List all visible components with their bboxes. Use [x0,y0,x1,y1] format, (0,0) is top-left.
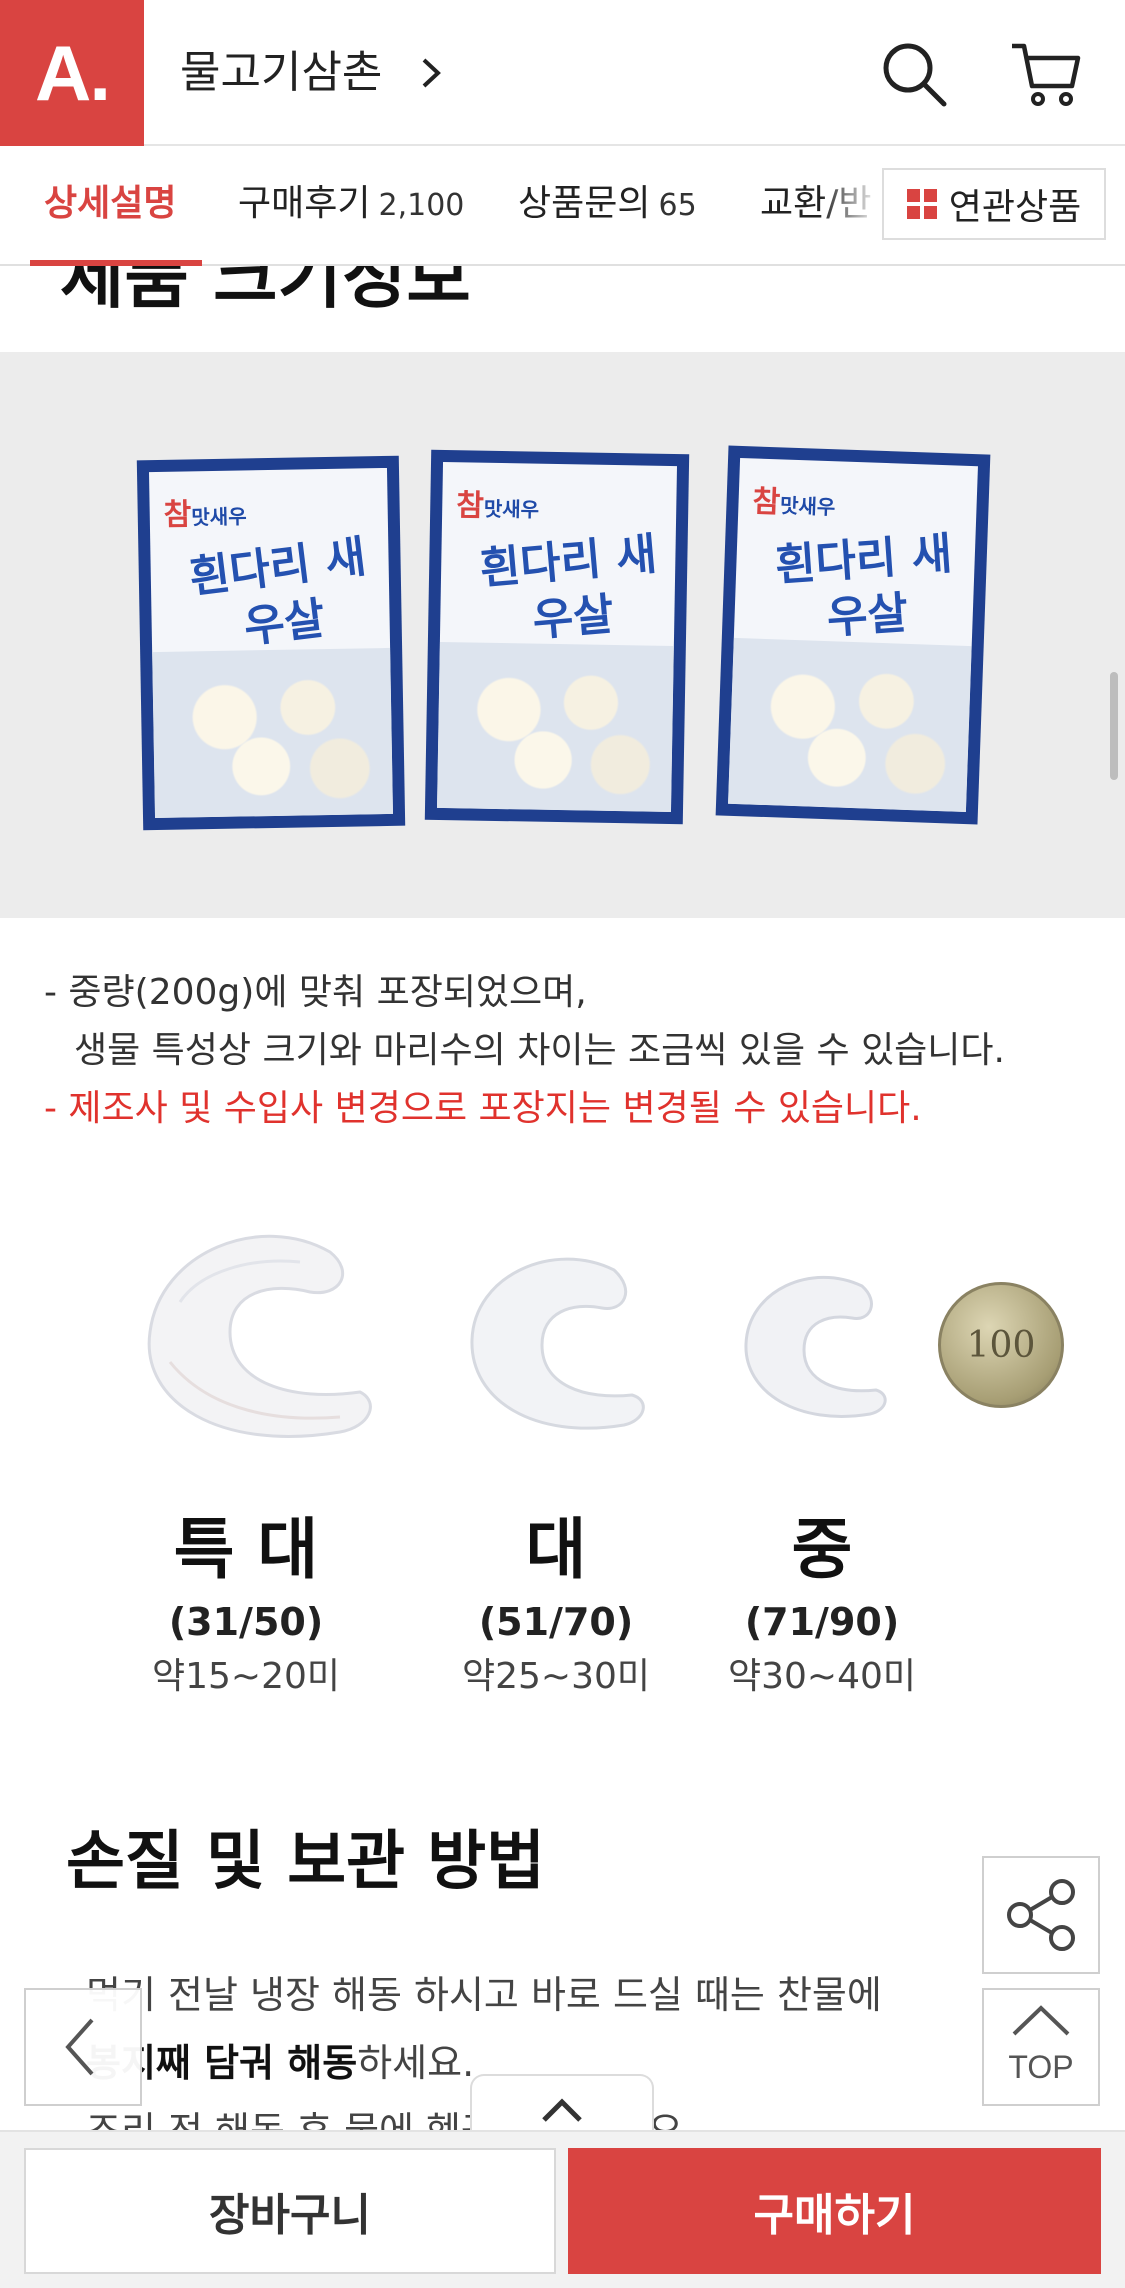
coin-100-won-image: 100 [938,1282,1064,1408]
active-tab-indicator [30,260,202,266]
tab-inquiries-label: 상품문의 [518,183,651,224]
package-brand: 참맛새우 [455,488,540,524]
size-name: 대 [525,1511,587,1588]
detail-tab-bar: 상세설명 구매후기 2,100 상품문의 65 교환/반 연관상품 [0,146,1125,266]
scrollbar[interactable] [1110,672,1118,780]
store-name-link[interactable]: 물고기삼촌 [180,38,382,108]
tab-inquiries[interactable]: 상품문의 65 [518,174,697,236]
shrimp-window [728,637,972,813]
package-image: 참맛새우 흰다리 새우살 [715,445,991,825]
size-range: (71/90) [744,1600,900,1644]
tab-reviews[interactable]: 구매후기 2,100 [238,174,464,236]
product-package-image: 참맛새우 흰다리 새우살 참맛새우 흰다리 새우살 참맛새우 흰다리 새우살 [0,352,1125,918]
chevron-left-icon [65,2018,94,2076]
package-image: 참맛새우 흰다리 새우살 [424,449,690,825]
storage-text: 봉지째 담궈 해동하세요. [86,2041,475,2085]
section-heading-storage: 손질 및 보관 방법 [66,1825,546,1899]
package-title: 흰다리 새우살 [186,531,369,654]
packaging-change-notice: - 제조사 및 수입사 변경으로 포장지는 변경될 수 있습니다. [44,1088,922,1129]
size-range: (51/70) [478,1600,634,1644]
shrimp-large-image [470,1257,645,1430]
size-name: 특 대 [173,1511,319,1588]
share-button[interactable] [982,1856,1100,1974]
related-products-label: 연관상품 [948,187,1082,228]
weight-note: - 중량(200g)에 맞춰 포장되었으며, [44,972,587,1013]
inquiry-count: 65 [658,188,697,223]
size-variation-note: 생물 특성상 크기와 마리수의 차이는 조금씩 있을 수 있습니다. [74,1030,1005,1071]
purchase-bar: 장바구니 구매하기 [0,2130,1125,2288]
package-image: 참맛새우 흰다리 새우살 [136,455,406,831]
buy-now-button[interactable]: 구매하기 [568,2148,1101,2274]
scroll-top-label: TOP [1008,2049,1074,2085]
size-count: 약25~30미 [461,1656,651,1697]
cart-icon[interactable] [1008,36,1084,112]
review-count: 2,100 [378,188,465,223]
chevron-right-icon[interactable] [414,56,448,90]
size-count: 약15~20미 [151,1656,341,1697]
back-button[interactable] [24,1988,142,2106]
related-products-button[interactable]: 연관상품 [882,168,1106,240]
shrimp-medium-image [744,1275,887,1418]
package-brand: 참맛새우 [163,497,247,533]
package-brand: 참맛새우 [751,484,836,521]
shrimp-window [436,641,674,813]
size-range: (31/50) [168,1600,324,1644]
tab-detail[interactable]: 상세설명 [44,174,176,234]
tab-reviews-label: 구매후기 [238,183,371,224]
share-icon [1007,1879,1075,1951]
size-name: 중 [791,1511,853,1588]
app-header: A. 물고기삼촌 [0,0,1125,146]
package-title: 흰다리 새우살 [477,528,659,647]
chevron-up-icon [1012,2005,1070,2036]
size-count: 약30~40미 [727,1656,917,1697]
shrimp-window [152,647,394,819]
search-icon[interactable] [876,36,952,112]
storage-text: 먹기 전날 냉장 해동 하시고 바로 드실 때는 찬물에 [86,1973,882,2017]
tab-detail-label: 상세설명 [44,183,177,224]
shrimp-extra-large-image [147,1234,372,1438]
app-logo[interactable]: A. [0,0,144,146]
add-to-cart-button[interactable]: 장바구니 [24,2148,556,2274]
scroll-top-button[interactable]: TOP [982,1988,1100,2106]
grid-icon [906,189,937,219]
package-title: 흰다리 새우살 [773,528,954,645]
tab-fade-overlay [820,146,880,264]
